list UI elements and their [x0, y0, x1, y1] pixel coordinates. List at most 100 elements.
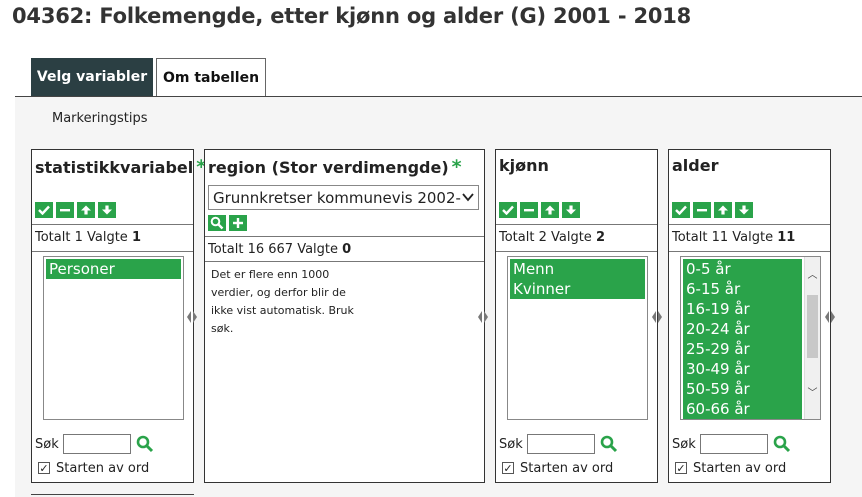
search-input[interactable]	[526, 434, 595, 454]
search-row: Søk	[672, 432, 791, 456]
search-icon[interactable]	[773, 435, 791, 453]
search-icon[interactable]	[600, 435, 618, 453]
totals-text: Totalt 2 Valgte 2	[499, 230, 605, 245]
arrow-down-icon[interactable]	[735, 202, 753, 218]
totals-text: Totalt 16 667 Valgte 0	[208, 242, 351, 257]
arrow-up-icon[interactable]	[714, 202, 732, 218]
scroll-up-icon[interactable]: ︿	[807, 271, 818, 281]
list-item[interactable]: 30-49 år	[683, 359, 802, 379]
starts-with-option: ✓ Starten av ord	[675, 459, 786, 477]
value-listbox[interactable]: Personer	[43, 256, 184, 420]
separator	[669, 224, 830, 225]
starts-with-checkbox[interactable]: ✓	[38, 462, 50, 474]
totals-text: Totalt 1 Valgte 1	[35, 230, 141, 245]
list-item[interactable]: 25-29 år	[683, 339, 802, 359]
search-row: Søk	[35, 432, 154, 456]
starts-with-option: ✓ Starten av ord	[38, 459, 149, 477]
starts-with-checkbox[interactable]: ✓	[502, 462, 514, 474]
separator	[496, 224, 657, 225]
totals-text: Totalt 11 Valgte 11	[672, 230, 795, 245]
resize-handle-icon[interactable]	[824, 309, 836, 325]
tab-velg-variabler[interactable]: Velg variabler	[31, 58, 153, 96]
large-list-note: Det er flere enn 1000 verdier, og derfor…	[211, 268, 354, 335]
panel-title-text: region (Stor verdimengde)	[208, 158, 449, 177]
search-icon[interactable]	[208, 215, 226, 231]
panel-title: statistikkvariabel *	[35, 156, 206, 178]
separator	[205, 261, 484, 262]
starts-with-checkbox[interactable]: ✓	[675, 462, 687, 474]
selected-count: 2	[595, 230, 605, 245]
resize-handle-icon[interactable]	[186, 309, 198, 325]
search-input[interactable]	[699, 434, 768, 454]
totals-label: Totalt 16 667 Valgte	[208, 242, 343, 257]
search-icon[interactable]	[136, 435, 154, 453]
list-item[interactable]: 16-19 år	[683, 299, 802, 319]
list-item[interactable]: 60-66 år	[683, 399, 802, 419]
minus-icon[interactable]	[693, 202, 711, 218]
panel-alder: alder Totalt 11 Valgte 11 0-5 år 6-15 år…	[668, 149, 831, 483]
panel-title: alder	[672, 156, 718, 175]
separator	[205, 236, 484, 237]
arrow-up-icon[interactable]	[77, 202, 95, 218]
separator	[32, 251, 193, 252]
panel-statistikkvariabel: statistikkvariabel * Totalt 1 Valgte 1 Pe…	[31, 149, 206, 483]
select-value: Grunnkretser kommunevis 2002-	[213, 188, 461, 207]
resize-handle-icon[interactable]	[477, 309, 489, 325]
markeringstips-link[interactable]: Markeringstips	[52, 111, 148, 126]
arrow-down-icon[interactable]	[98, 202, 116, 218]
panel-title-text: statistikkvariabel	[35, 158, 194, 177]
separator	[496, 251, 657, 252]
search-label: Søk	[672, 436, 696, 452]
scrollbar[interactable]: ︿ ﹀	[804, 257, 820, 419]
list-item[interactable]: 0-5 år	[683, 259, 802, 279]
starts-with-label: Starten av ord	[56, 460, 150, 476]
region-grouping-select[interactable]: Grunnkretser kommunevis 2002-	[208, 185, 479, 210]
search-label: Søk	[35, 436, 59, 452]
starts-with-option: ✓ Starten av ord	[502, 459, 613, 477]
panel-kjonn: kjønn Totalt 2 Valgte 2 Menn Kvinner Søk…	[495, 149, 658, 483]
scroll-thumb[interactable]	[807, 295, 818, 358]
separator	[669, 251, 830, 252]
selected-count: 11	[777, 230, 796, 245]
panel-title-text: kjønn	[499, 156, 549, 175]
panel-title-text: alder	[672, 156, 719, 175]
required-marker: *	[451, 156, 462, 178]
totals-label: Totalt 1 Valgte	[35, 230, 132, 245]
chevron-down-icon	[461, 190, 475, 204]
search-label: Søk	[499, 436, 523, 452]
starts-with-label: Starten av ord	[520, 460, 614, 476]
action-buttons	[208, 215, 247, 233]
value-listbox[interactable]: 0-5 år 6-15 år 16-19 år 20-24 år 25-29 å…	[680, 256, 821, 420]
search-input[interactable]	[62, 434, 131, 454]
list-item[interactable]: 6-15 år	[683, 279, 802, 299]
action-buttons	[499, 202, 580, 220]
list-item[interactable]: 20-24 år	[683, 319, 802, 339]
arrow-down-icon[interactable]	[562, 202, 580, 218]
list-item[interactable]: Personer	[46, 259, 181, 279]
panel-title: kjønn	[499, 156, 549, 175]
check-icon[interactable]	[35, 202, 53, 218]
action-buttons	[672, 202, 753, 220]
plus-icon[interactable]	[229, 215, 247, 231]
minus-icon[interactable]	[56, 202, 74, 218]
tab-om-tabellen[interactable]: Om tabellen	[156, 58, 266, 96]
resize-handle-icon[interactable]	[651, 309, 663, 325]
value-listbox[interactable]: Menn Kvinner	[507, 256, 648, 420]
list-item[interactable]: Menn	[510, 259, 645, 279]
list-item[interactable]: Kvinner	[510, 279, 645, 299]
panel-region: region (Stor verdimengde) * Grunnkretser …	[204, 149, 485, 483]
starts-with-label: Starten av ord	[693, 460, 787, 476]
action-buttons	[35, 202, 116, 220]
list-item[interactable]: 50-59 år	[683, 379, 802, 399]
selected-count: 1	[131, 230, 141, 245]
minus-icon[interactable]	[520, 202, 538, 218]
check-icon[interactable]	[499, 202, 517, 218]
totals-label: Totalt 2 Valgte	[499, 230, 596, 245]
scroll-down-icon[interactable]: ﹀	[807, 389, 818, 399]
separator	[32, 224, 193, 225]
arrow-up-icon[interactable]	[541, 202, 559, 218]
check-icon[interactable]	[672, 202, 690, 218]
options-container: 0-5 år 6-15 år 16-19 år 20-24 år 25-29 å…	[683, 259, 802, 419]
page-title: 04362: Folkemengde, etter kjønn og alder…	[12, 4, 692, 28]
panel-title: region (Stor verdimengde) *	[208, 156, 462, 178]
